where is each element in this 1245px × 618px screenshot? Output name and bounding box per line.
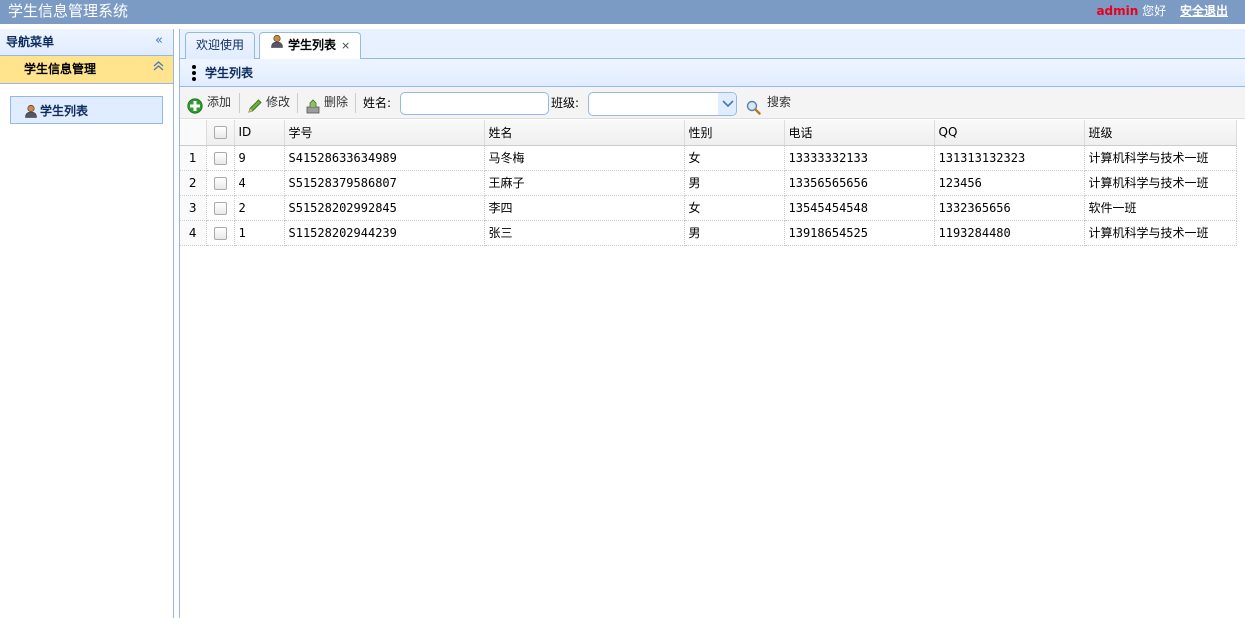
app-header: 学生信息管理系统 admin 您好 安全退出 [0,0,1245,24]
cell-phone: 13333332133 [784,145,935,171]
cell-gender: 女 [684,195,785,221]
column-header-name[interactable]: 姓名 [484,120,685,146]
app-title: 学生信息管理系统 [8,2,129,20]
name-label: 姓名: [363,96,392,110]
tab-label: 学生列表 [288,38,337,52]
cell-name: 王麻子 [484,170,685,196]
class-select[interactable] [588,92,737,116]
row-number: 4 [180,220,207,246]
cell-id: 1 [234,220,285,246]
tab-welcome[interactable]: 欢迎使用 [185,32,256,59]
cell-class: 软件一班 [1084,195,1237,221]
row-checkbox[interactable] [206,220,235,246]
cell-id: 9 [234,145,285,171]
cell-student-no: S51528379586807 [284,170,485,196]
nav-title: 导航菜单 [6,35,55,49]
greeting: 您好 [1142,4,1167,18]
cell-student-no: S41528633634989 [284,145,485,171]
row-checkbox[interactable] [206,195,235,221]
column-header-id[interactable]: ID [234,120,285,146]
cell-name: 张三 [484,220,685,246]
row-number: 3 [180,195,207,221]
column-header-phone[interactable]: 电话 [784,120,935,146]
class-label: 班级: [551,96,580,110]
delete-button-label: 删除 [324,95,349,109]
tab-label: 欢迎使用 [196,38,245,52]
chevron-down-icon[interactable] [718,93,736,115]
accordion-section-student-info[interactable]: 学生信息管理 [0,56,173,84]
panel-header: 学生列表 [180,59,1245,87]
user-box: admin 您好 安全退出 [1096,0,1228,22]
user-icon [270,32,284,57]
cell-qq: 123456 [934,170,1085,196]
column-header-qq[interactable]: QQ [934,120,1085,146]
menu-dots-icon [192,65,196,83]
toolbar-divider [355,93,356,113]
search-button-label: 搜索 [767,95,792,109]
cell-phone: 13356565656 [784,170,935,196]
cell-class: 计算机科学与技术一班 [1084,170,1237,196]
logout-link[interactable]: 安全退出 [1180,4,1228,18]
edit-button-label: 修改 [266,95,291,109]
cell-name: 李四 [484,195,685,221]
cell-class: 计算机科学与技术一班 [1084,220,1237,246]
cell-gender: 女 [684,145,785,171]
cell-qq: 1332365656 [934,195,1085,221]
search-button[interactable]: 搜索 [746,87,798,119]
row-checkbox[interactable] [206,145,235,171]
cell-phone: 13918654525 [784,220,935,246]
cell-student-no: S51528202992845 [284,195,485,221]
column-header-gender[interactable]: 性别 [684,120,785,146]
table-row[interactable]: 3 2 S51528202992845 李四 女 13545454548 133… [180,195,1237,221]
cell-id: 2 [234,195,285,221]
username: admin [1096,4,1139,18]
cell-gender: 男 [684,170,785,196]
column-header-class[interactable]: 班级 [1084,120,1237,146]
delete-button[interactable]: 删除 [305,87,353,119]
add-button[interactable]: 添加 [187,87,235,119]
cell-name: 马冬梅 [484,145,685,171]
student-table: ID 学号 姓名 性别 电话 QQ 班级 1 9 S41528633634989… [180,120,1237,246]
toolbar-divider [239,93,240,113]
select-all-checkbox[interactable] [206,120,235,146]
sidebar-item-student-list[interactable]: 学生列表 [10,96,163,124]
collapse-left-icon[interactable]: « [155,33,163,48]
column-header-student-no[interactable]: 学号 [284,120,485,146]
row-number-header [180,120,207,146]
table-row[interactable]: 4 1 S11528202944239 张三 男 13918654525 119… [180,220,1237,246]
table-row[interactable]: 1 9 S41528633634989 马冬梅 女 13333332133 13… [180,145,1237,171]
row-checkbox[interactable] [206,170,235,196]
cell-class: 计算机科学与技术一班 [1084,145,1237,171]
tab-bar: 欢迎使用 学生列表 × [180,29,1245,60]
row-number: 1 [180,145,207,171]
add-button-label: 添加 [207,95,232,109]
cell-id: 4 [234,170,285,196]
nav-panel: 导航菜单 « 学生信息管理 学生列表 [0,29,174,618]
cell-phone: 13545454548 [784,195,935,221]
row-number: 2 [180,170,207,196]
table-header-row: ID 学号 姓名 性别 电话 QQ 班级 [180,120,1237,146]
cell-gender: 男 [684,220,785,246]
cell-qq: 131313132323 [934,145,1085,171]
content-panel: 欢迎使用 学生列表 × 学生列表 添加 修改 删除 姓名: 班级: 搜索 ID … [179,29,1245,618]
tab-student-list[interactable]: 学生列表 × [259,32,362,60]
cell-student-no: S11528202944239 [284,220,485,246]
name-search-input[interactable] [400,92,549,115]
table-row[interactable]: 2 4 S51528379586807 王麻子 男 13356565656 12… [180,170,1237,196]
panel-title: 学生列表 [205,66,254,80]
user-icon [24,104,38,121]
chevron-up-icon[interactable] [153,61,164,74]
nav-header: 导航菜单 « [0,29,173,56]
cell-qq: 1193284480 [934,220,1085,246]
toolbar-divider [297,93,298,113]
sidebar-item-label: 学生列表 [40,104,89,118]
close-icon[interactable]: × [341,39,350,52]
accordion-section-label: 学生信息管理 [24,62,97,76]
toolbar: 添加 修改 删除 姓名: 班级: 搜索 [180,87,1245,119]
edit-button[interactable]: 修改 [247,87,295,119]
